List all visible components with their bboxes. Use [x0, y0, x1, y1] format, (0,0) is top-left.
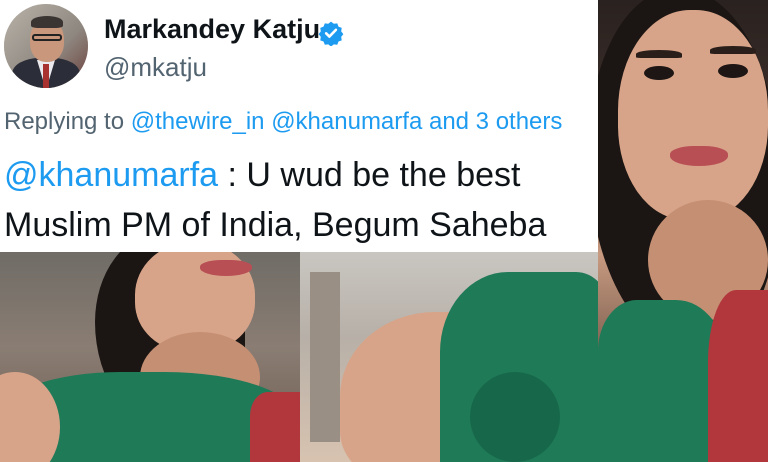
- saree-shape: [708, 290, 768, 462]
- replying-to-label: Replying to: [4, 108, 125, 135]
- shelf-shape: [310, 272, 340, 442]
- brow-shape: [636, 50, 682, 58]
- reply-others-link[interactable]: and 3 others: [429, 108, 562, 135]
- reply-mention-khanumarfa[interactable]: @khanumarfa: [271, 108, 422, 135]
- lips-shape: [670, 146, 728, 166]
- tweet-text: @khanumarfa : U wud be the best Muslim P…: [4, 150, 594, 250]
- brow-shape: [710, 46, 756, 54]
- blouse-shade: [470, 372, 560, 462]
- eye-shape: [644, 66, 674, 80]
- photo-middle: [300, 252, 600, 462]
- replying-to-line: Replying to @thewire_in @khanumarfa and …: [4, 108, 562, 136]
- avatar[interactable]: [4, 4, 88, 88]
- face-shape: [618, 10, 768, 220]
- author-handle[interactable]: @mkatju: [104, 52, 207, 83]
- lips-shape: [200, 260, 252, 276]
- reply-mention-thewire[interactable]: @thewire_in: [131, 108, 265, 135]
- eye-shape: [718, 64, 748, 78]
- tweet-text-line-1: : U wud be the best: [218, 156, 521, 194]
- verified-badge-icon: [318, 21, 344, 46]
- photo-left: [0, 252, 340, 462]
- tweet-mention-link[interactable]: @khanumarfa: [4, 156, 218, 194]
- author-name[interactable]: Markandey Katju: [104, 14, 320, 45]
- tweet-card: Markandey Katju @mkatju Replying to @the…: [0, 0, 598, 252]
- tweet-text-line-2: Muslim PM of India, Begum Saheba: [4, 206, 547, 244]
- photo-right: [598, 0, 768, 462]
